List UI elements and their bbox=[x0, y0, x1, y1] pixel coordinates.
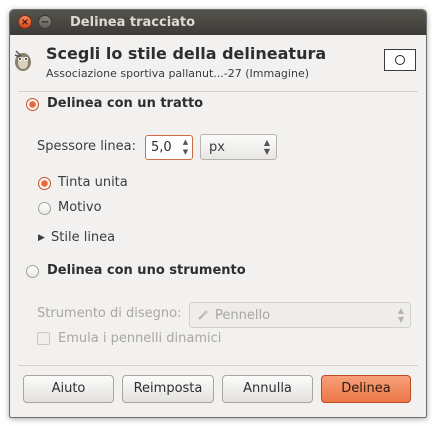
dialog-subtitle: Associazione sportiva pallanut...-27 (Im… bbox=[46, 67, 310, 80]
gimp-icon bbox=[14, 50, 31, 71]
help-button[interactable]: Aiuto bbox=[23, 375, 114, 403]
pattern-radio[interactable] bbox=[38, 202, 51, 215]
stroke-tool-label[interactable]: Delinea con uno strumento bbox=[47, 263, 246, 278]
pattern-label[interactable]: Motivo bbox=[58, 200, 102, 215]
paint-tool-value: Pennello bbox=[215, 308, 271, 323]
stroke-line-radio[interactable] bbox=[26, 98, 39, 111]
emulate-dynamics-checkbox[interactable] bbox=[37, 332, 50, 345]
dialog-title: Scegli lo stile della delineatura bbox=[46, 44, 327, 63]
select-arrows-icon: ▲ ▼ bbox=[397, 306, 404, 324]
minimize-icon[interactable]: − bbox=[38, 15, 52, 29]
header-separator bbox=[18, 91, 418, 92]
paintbrush-icon bbox=[198, 309, 209, 320]
line-width-label: Spessore linea: bbox=[37, 139, 136, 154]
button-separator bbox=[18, 365, 418, 366]
line-width-value[interactable]: 5,0 bbox=[151, 140, 172, 155]
emulate-dynamics-label: Emula i pennelli dinamici bbox=[58, 331, 222, 346]
stroke-button[interactable]: Delinea bbox=[321, 375, 411, 403]
stroke-path-dialog: × − Delinea tracciato Scegli lo stile de… bbox=[9, 9, 427, 418]
window-title: Delinea tracciato bbox=[70, 15, 196, 30]
unit-select[interactable]: px ▲ ▼ bbox=[200, 134, 277, 160]
stroke-line-label[interactable]: Delinea con un tratto bbox=[47, 96, 203, 111]
solid-color-label[interactable]: Tinta unita bbox=[58, 175, 128, 190]
paint-tool-label: Strumento di disegno: bbox=[37, 306, 182, 321]
unit-value: px bbox=[209, 140, 225, 155]
close-icon[interactable]: × bbox=[18, 15, 32, 29]
stroke-tool-radio[interactable] bbox=[26, 265, 39, 278]
line-style-expander[interactable]: Stile linea bbox=[51, 230, 115, 245]
dialog-header: Scegli lo stile della delineatura Associ… bbox=[10, 35, 426, 92]
solid-color-radio[interactable] bbox=[38, 177, 51, 190]
line-width-spinner[interactable]: 5,0 ▲ ▼ bbox=[145, 135, 193, 160]
expander-triangle-icon[interactable]: ▶ bbox=[38, 233, 45, 243]
title-bar: × − Delinea tracciato bbox=[10, 10, 426, 35]
cancel-button[interactable]: Annulla bbox=[222, 375, 313, 403]
stroke-preview-icon bbox=[384, 49, 416, 71]
paint-tool-select[interactable]: Pennello ▲ ▼ bbox=[189, 302, 411, 328]
reset-button[interactable]: Reimposta bbox=[122, 375, 214, 403]
select-arrows-icon: ▲ ▼ bbox=[263, 138, 270, 156]
spinner-arrows-icon[interactable]: ▲ ▼ bbox=[181, 137, 190, 158]
